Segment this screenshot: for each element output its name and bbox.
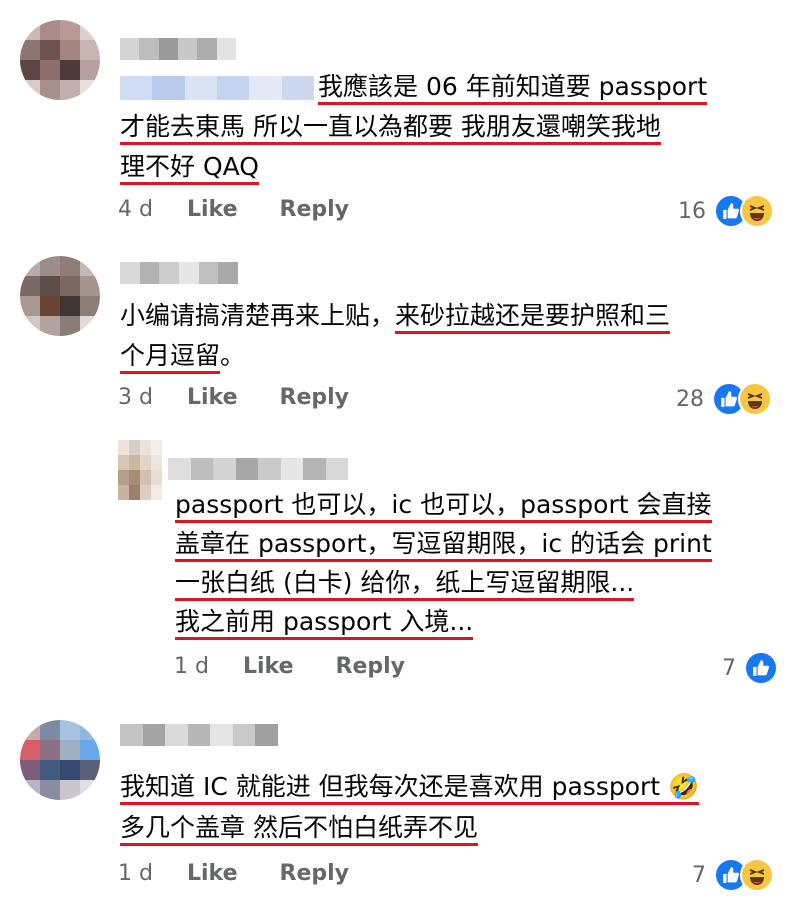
comment-text-line: 我知道 IC 就能进 但我每次还是喜欢用 passport [120, 772, 661, 801]
reaction-summary[interactable]: 7 [692, 858, 774, 892]
commenter-name-blurred[interactable] [120, 724, 279, 746]
reply-button[interactable]: Reply [280, 861, 350, 886]
reaction-count: 7 [722, 655, 736, 681]
comment-timestamp[interactable]: 3 d [118, 385, 153, 410]
reply-button[interactable]: Reply [280, 197, 350, 222]
avatar[interactable] [20, 720, 100, 800]
commenter-name-blurred[interactable] [120, 38, 236, 60]
reaction-count: 28 [676, 386, 704, 412]
comment-timestamp[interactable]: 1 d [118, 861, 153, 886]
reaction-count: 7 [692, 862, 706, 888]
like-button[interactable]: Like [243, 654, 294, 679]
rofl-emoji-icon: 🤣 [668, 772, 700, 801]
haha-icon [738, 382, 772, 416]
comment-text-line: 个月逗留 [120, 341, 221, 374]
comment-text-line: 盖章在 passport，写逗留期限，ic 的话会 print [175, 529, 712, 562]
avatar[interactable] [118, 440, 162, 500]
avatar[interactable] [20, 20, 100, 100]
like-button[interactable]: Like [187, 861, 238, 886]
comment-text-line: 小编请搞清楚再来上贴， [120, 301, 396, 330]
comment-text-line: 理不好 QAQ [120, 152, 259, 185]
comment-timestamp[interactable]: 1 d [174, 654, 209, 679]
like-icon [744, 651, 778, 685]
comment-text-line: 来砂拉越还是要护照和三 [395, 301, 671, 334]
comment-text-line: 一张白纸 (白卡) 给你，纸上写逗留期限... [175, 568, 635, 601]
haha-icon [740, 858, 774, 892]
reaction-summary[interactable]: 7 [722, 651, 778, 685]
comment-text-line: 才能去東馬 所以一直以為都要 我朋友還嘲笑我地 [120, 112, 661, 145]
haha-icon [740, 194, 774, 228]
avatar[interactable] [20, 256, 100, 336]
comment-text-line: 多几个盖章 然后不怕白纸弄不见 [120, 813, 478, 846]
comment-text-line: 我應該是 06 年前知道要 passport [318, 72, 708, 105]
comment-timestamp[interactable]: 4 d [118, 197, 153, 222]
comment-text-line: 。 [220, 341, 246, 370]
reaction-count: 16 [678, 198, 706, 224]
like-button[interactable]: Like [187, 385, 238, 410]
comment-text-line: 我之前用 passport 入境... [175, 607, 474, 640]
reaction-summary[interactable]: 16 [678, 194, 774, 228]
reply-button[interactable]: Reply [336, 654, 406, 679]
reaction-summary[interactable]: 28 [676, 382, 772, 416]
reply-button[interactable]: Reply [280, 385, 350, 410]
mention-blurred[interactable] [120, 76, 314, 100]
commenter-name-blurred[interactable] [120, 262, 239, 284]
like-button[interactable]: Like [187, 197, 238, 222]
comment-text-line: passport 也可以，ic 也可以，passport 会直接 [175, 490, 712, 523]
commenter-name-blurred[interactable] [168, 458, 348, 480]
